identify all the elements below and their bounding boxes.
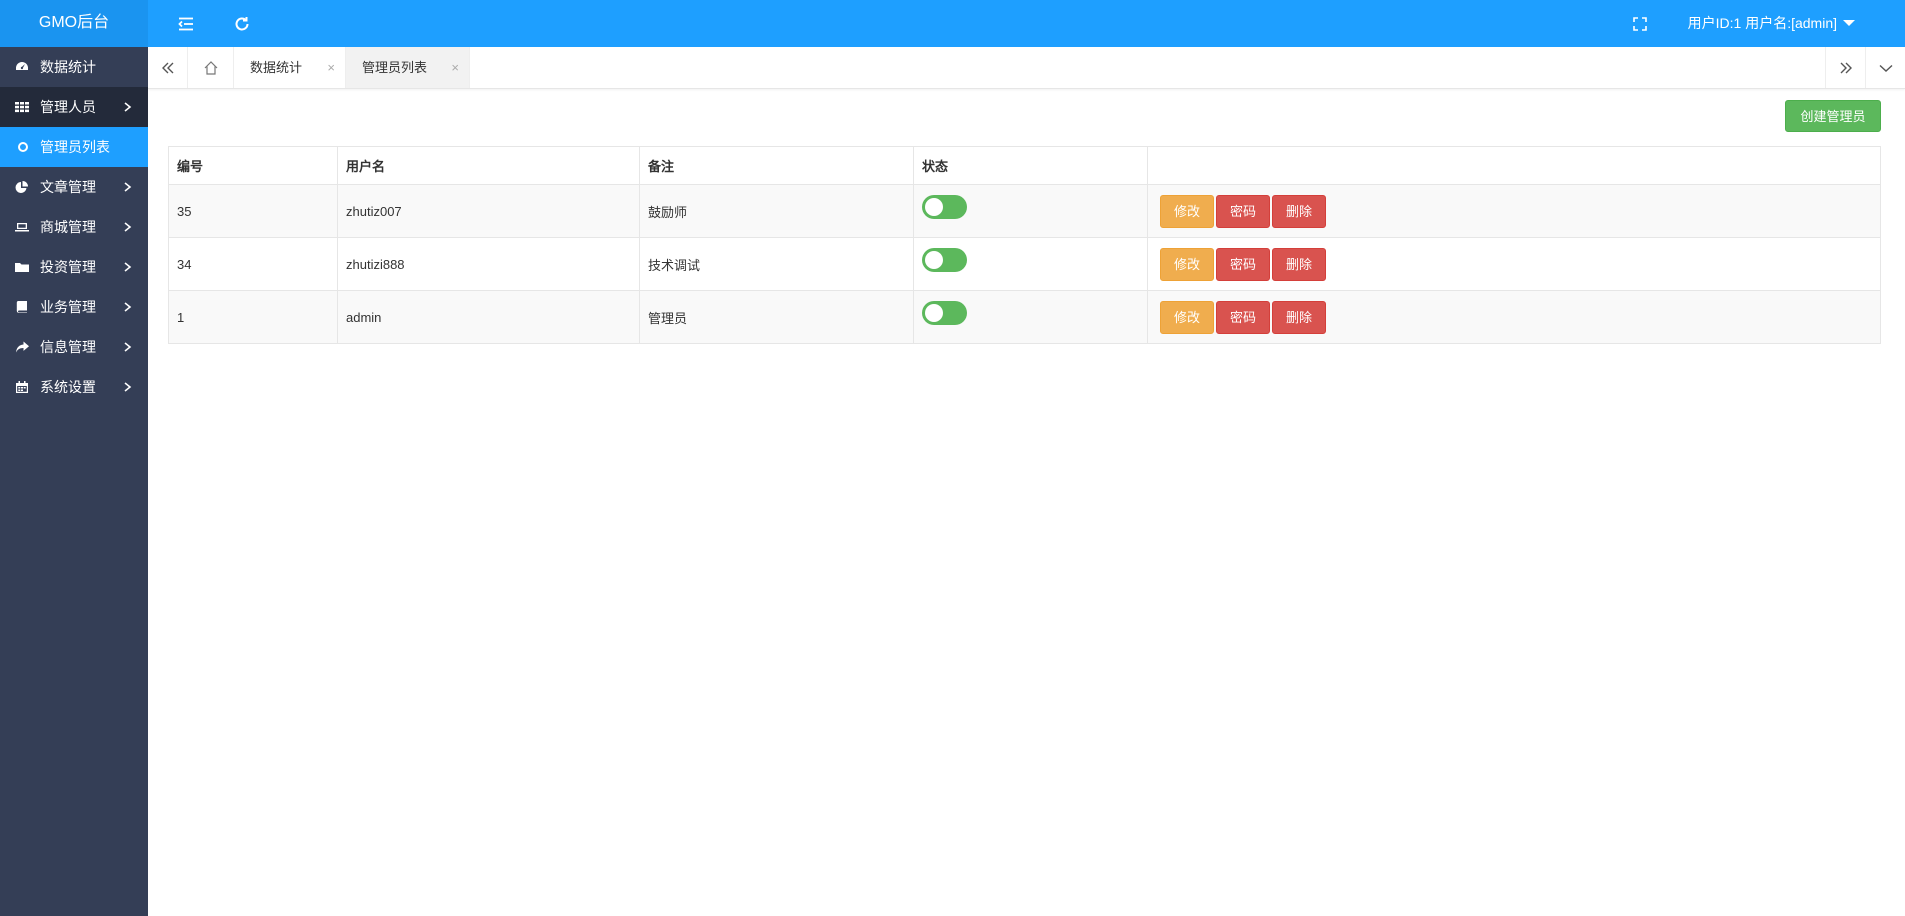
grid-icon <box>14 87 30 127</box>
tab-admin-list[interactable]: 管理员列表 × <box>346 47 470 88</box>
sidebar-item-settings[interactable]: 系统设置 <box>0 367 148 407</box>
cell-username: zhutiz007 <box>337 184 640 238</box>
create-admin-button[interactable]: 创建管理员 <box>1785 100 1881 132</box>
chevron-right-icon <box>123 327 132 367</box>
share-icon <box>14 327 30 367</box>
tabs-dropdown-icon[interactable] <box>1865 47 1905 88</box>
book-icon <box>14 287 30 327</box>
circle-icon <box>18 142 28 152</box>
cell-actions: 修改 密码 删除 <box>1147 290 1881 344</box>
sidebar-item-label: 数据统计 <box>40 59 96 75</box>
chevron-right-icon <box>123 287 132 327</box>
password-button[interactable]: 密码 <box>1216 247 1270 281</box>
sidebar-item-articles[interactable]: 文章管理 <box>0 167 148 207</box>
user-menu[interactable]: 用户ID:1 用户名:[admin] <box>1688 0 1855 47</box>
delete-button[interactable]: 删除 <box>1272 194 1326 228</box>
edit-button[interactable]: 修改 <box>1160 247 1214 281</box>
refresh-icon[interactable] <box>222 0 262 47</box>
status-toggle[interactable] <box>922 247 967 272</box>
fullscreen-icon[interactable] <box>1620 0 1660 47</box>
caret-down-icon <box>1843 19 1855 26</box>
delete-button[interactable]: 删除 <box>1272 247 1326 281</box>
sidebar-item-business[interactable]: 业务管理 <box>0 287 148 327</box>
scroll-tabs-right-icon[interactable] <box>1825 47 1865 88</box>
sidebar-item-label: 系统设置 <box>40 379 96 395</box>
password-button[interactable]: 密码 <box>1216 300 1270 334</box>
sidebar-item-label: 业务管理 <box>40 299 96 315</box>
sidebar-item-admins[interactable]: 管理人员 <box>0 87 148 127</box>
laptop-icon <box>14 207 30 247</box>
sidebar-item-label: 文章管理 <box>40 179 96 195</box>
cell-id: 35 <box>168 184 338 238</box>
table-row: 34 zhutizi888 技术调试 修改 密码 删除 <box>168 237 1881 291</box>
sidebar-item-messages[interactable]: 信息管理 <box>0 327 148 367</box>
password-button[interactable]: 密码 <box>1216 194 1270 228</box>
edit-button[interactable]: 修改 <box>1160 300 1214 334</box>
sidebar-item-label: 管理员列表 <box>40 139 110 155</box>
table-row: 1 admin 管理员 修改 密码 删除 <box>168 290 1881 344</box>
cell-status <box>913 184 1148 238</box>
column-header-id: 编号 <box>168 146 338 185</box>
column-header-actions <box>1147 146 1881 185</box>
chevron-right-icon <box>123 167 132 207</box>
cell-status <box>913 290 1148 344</box>
cell-status <box>913 237 1148 291</box>
sidebar-item-admin-list[interactable]: 管理员列表 <box>0 127 148 167</box>
chevron-right-icon <box>123 87 132 127</box>
sidebar-item-label: 管理人员 <box>40 99 96 115</box>
folder-icon <box>14 247 30 287</box>
scroll-tabs-left-icon[interactable] <box>148 47 188 88</box>
dashboard-icon <box>14 47 30 87</box>
sidebar-item-investment[interactable]: 投资管理 <box>0 247 148 287</box>
tab-bar: 数据统计 × 管理员列表 × <box>148 47 1905 89</box>
sidebar-item-data-stats[interactable]: 数据统计 <box>0 47 148 87</box>
tab-label: 数据统计 <box>250 60 303 75</box>
top-header: GMO后台 用户ID:1 用户名:[admin] <box>0 0 1905 47</box>
app-logo[interactable]: GMO后台 <box>0 0 148 47</box>
cell-username: zhutizi888 <box>337 237 640 291</box>
sidebar-item-shop[interactable]: 商城管理 <box>0 207 148 247</box>
user-label: 用户ID:1 用户名:[admin] <box>1687 15 1837 31</box>
cell-remark: 技术调试 <box>639 237 914 291</box>
collapse-menu-icon[interactable] <box>166 0 206 47</box>
cell-id: 34 <box>168 237 338 291</box>
column-header-remark: 备注 <box>639 146 914 185</box>
edit-button[interactable]: 修改 <box>1160 194 1214 228</box>
cell-actions: 修改 密码 删除 <box>1147 237 1881 291</box>
calendar-icon <box>14 367 30 407</box>
cell-actions: 修改 密码 删除 <box>1147 184 1881 238</box>
cell-id: 1 <box>168 290 338 344</box>
chevron-right-icon <box>123 207 132 247</box>
admin-table: 编号 用户名 备注 状态 35 zhutiz007 鼓励师 修改 密码 删除 34 … <box>168 146 1881 344</box>
chevron-right-icon <box>123 247 132 287</box>
sidebar: 数据统计 管理人员 管理员列表 文章管理 商城管理 投资管理 业务管理 信息管理… <box>0 47 148 916</box>
cell-username: admin <box>337 290 640 344</box>
table-row: 35 zhutiz007 鼓励师 修改 密码 删除 <box>168 184 1881 238</box>
pie-chart-icon <box>14 167 30 207</box>
chevron-right-icon <box>123 367 132 407</box>
sidebar-item-label: 投资管理 <box>40 259 96 275</box>
tab-data-stats[interactable]: 数据统计 × <box>234 47 346 88</box>
table-header-row: 编号 用户名 备注 状态 <box>168 146 1881 185</box>
close-icon[interactable]: × <box>451 47 459 88</box>
home-icon[interactable] <box>188 47 234 88</box>
sidebar-item-label: 商城管理 <box>40 219 96 235</box>
status-toggle[interactable] <box>922 300 967 325</box>
cell-remark: 鼓励师 <box>639 184 914 238</box>
cell-remark: 管理员 <box>639 290 914 344</box>
column-header-username: 用户名 <box>337 146 640 185</box>
close-icon[interactable]: × <box>327 47 335 88</box>
tab-label: 管理员列表 <box>362 60 428 75</box>
column-header-status: 状态 <box>913 146 1148 185</box>
status-toggle[interactable] <box>922 194 967 219</box>
sidebar-item-label: 信息管理 <box>40 339 96 355</box>
delete-button[interactable]: 删除 <box>1272 300 1326 334</box>
